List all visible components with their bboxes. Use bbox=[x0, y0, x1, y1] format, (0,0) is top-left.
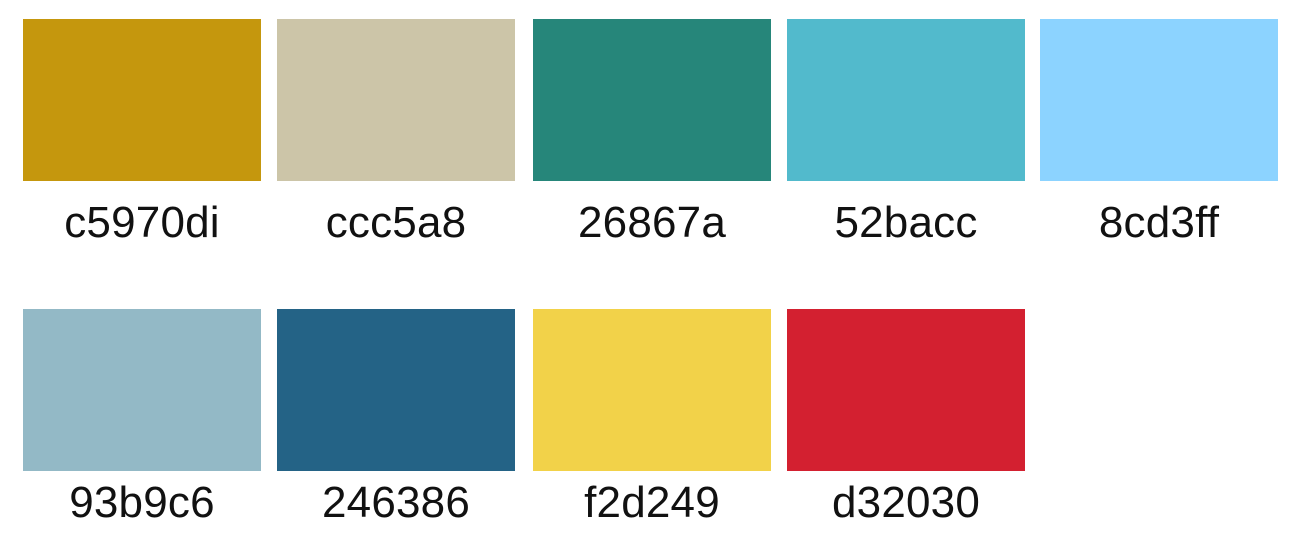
color-swatch bbox=[787, 309, 1025, 471]
swatch-card: ccc5a8 bbox=[277, 19, 517, 249]
color-swatch bbox=[787, 19, 1025, 181]
color-swatch bbox=[23, 19, 261, 181]
color-swatch bbox=[277, 19, 515, 181]
swatch-label: 52bacc bbox=[834, 198, 978, 247]
color-swatch bbox=[277, 309, 515, 471]
color-palette: c5970di ccc5a8 26867a 52bacc 8cd3ff 93b9… bbox=[0, 0, 1304, 556]
swatch-card: 26867a bbox=[533, 19, 773, 249]
swatch-label: 8cd3ff bbox=[1098, 198, 1220, 247]
swatch-card: 8cd3ff bbox=[1040, 19, 1280, 249]
color-swatch bbox=[1040, 19, 1278, 181]
swatch-card: d32030 bbox=[787, 309, 1027, 539]
swatch-card: 93b9c6 bbox=[23, 309, 263, 539]
swatch-card: 52bacc bbox=[787, 19, 1027, 249]
swatch-label: 93b9c6 bbox=[69, 478, 215, 527]
color-swatch bbox=[23, 309, 261, 471]
swatch-label: ccc5a8 bbox=[325, 198, 467, 247]
swatch-label: c5970di bbox=[64, 198, 220, 247]
color-swatch bbox=[533, 309, 771, 471]
swatch-label: 26867a bbox=[577, 198, 727, 247]
swatch-card: f2d249 bbox=[533, 309, 773, 539]
swatch-card: 246386 bbox=[277, 309, 517, 539]
swatch-card: c5970di bbox=[23, 19, 263, 249]
swatch-label: f2d249 bbox=[584, 478, 720, 527]
swatch-label: d32030 bbox=[831, 478, 981, 527]
swatch-label: 246386 bbox=[321, 478, 471, 527]
color-swatch bbox=[533, 19, 771, 181]
